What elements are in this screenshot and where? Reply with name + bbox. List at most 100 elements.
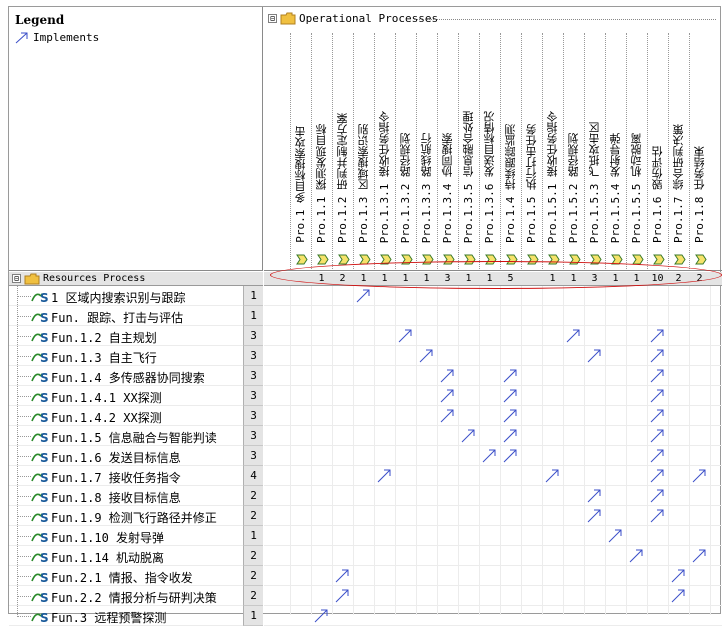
column-count: 1 [423,273,430,284]
implements-arrow-icon[interactable] [584,486,605,506]
implements-arrow-icon[interactable] [500,426,521,446]
column-header[interactable]: Pro.1.7 综合研判决策 [668,33,689,270]
row-label: Fun.1.4.2 XX探测 [51,411,162,425]
column-header[interactable]: Pro.1.5.1 接收任务指令 [542,33,563,270]
tree-row[interactable]: S Fun.1.7 接收任务指令 4 [9,466,263,486]
column-header[interactable]: Pro.1 多目标搜索攻击 [290,33,311,270]
implements-arrow-icon[interactable] [437,406,458,426]
tree-row[interactable]: S Fun.1.4 多传感器协同搜索 3 [9,366,263,386]
tree-row[interactable]: S Fun.1.2 自主规划 3 [9,326,263,346]
matrix-row [264,286,722,306]
implements-arrow-icon[interactable] [500,366,521,386]
column-header[interactable]: Pro.1.5.4 发射导弹 [605,33,626,270]
implements-arrow-icon[interactable] [647,506,668,526]
column-header[interactable]: Pro.1.5.3 飞抵攻击区 [584,33,605,270]
svg-text:S: S [40,551,49,564]
matrix-row [264,406,722,426]
implements-arrow-icon[interactable] [458,426,479,446]
tree-row[interactable]: S Fun.1.3 自主飞行 3 [9,346,263,366]
tree-row[interactable]: S Fun.1.4.1 XX探测 3 [9,386,263,406]
implements-arrow-icon[interactable] [542,466,563,486]
implements-arrow-icon[interactable] [647,466,668,486]
tree-row[interactable]: S1 区域内搜索识别与跟踪 1 [9,286,263,306]
implements-arrow-icon[interactable] [374,466,395,486]
column-header[interactable]: Pro.1.5.5 机动脱离 [626,33,647,270]
implements-arrow-icon[interactable] [647,426,668,446]
implements-arrow-icon[interactable] [647,326,668,346]
column-header[interactable]: Pro.1.6 毁伤评估 [647,33,668,270]
tree-row[interactable]: S Fun.1.14 机动脱离 2 [9,546,263,566]
column-header[interactable]: Pro.1.5.2 路径规划 [563,33,584,270]
row-label: Fun.1.2 自主规划 [51,331,157,345]
implements-arrow-icon[interactable] [500,446,521,466]
implements-arrow-icon[interactable] [584,506,605,526]
implements-arrow-icon[interactable] [647,346,668,366]
tree-row[interactable]: S Fun.1.4.2 XX探测 3 [9,406,263,426]
tree-row[interactable]: S Fun.1.9 检测飞行路径并修正 2 [9,506,263,526]
svg-text:S: S [40,591,49,604]
column-header[interactable]: Pro.1.3.3 路线航行 [416,33,437,270]
tree-row[interactable]: S Fun.1.8 接收目标信息 2 [9,486,263,506]
column-header[interactable]: Pro.1.8 任务结束 [689,33,710,270]
column-header[interactable]: Pro.1.3.2 路径规划 [395,33,416,270]
implements-arrow-icon[interactable] [647,446,668,466]
implements-arrow-icon[interactable] [584,346,605,366]
implements-arrow-icon[interactable] [689,546,710,566]
tree-row[interactable]: S Fun.1.10 发射导弹 1 [9,526,263,546]
tree-row[interactable]: S Fun.3 远程预警探测 1 [9,606,263,626]
collapse-icon[interactable]: ⊟ [268,14,277,23]
implements-arrow-icon[interactable] [647,406,668,426]
tree-row[interactable]: S Fun.2.2 情报分析与研判决策 2 [9,586,263,606]
collapse-icon[interactable]: ⊟ [12,274,21,283]
column-count: 1 [612,273,619,284]
implements-arrow-icon[interactable] [395,326,416,346]
row-count: 1 [243,526,263,546]
tree-row[interactable]: S Fun. 跟踪、打击与评估 1 [9,306,263,326]
function-icon: S [31,351,49,364]
column-root[interactable]: ⊟ Operational Processes [268,12,438,25]
column-header[interactable]: Pro.1.3.5 信息融合处理 [458,33,479,270]
column-header[interactable]: Pro.1.3.1 接收任务指令 [374,33,395,270]
implements-arrow-icon[interactable] [668,586,689,606]
tree-row[interactable]: S Fun.1.5 信息融合与智能判读 3 [9,426,263,446]
column-header[interactable]: Pro.1.3.6 发送目标情况 [479,33,500,270]
implements-arrow-icon[interactable] [647,486,668,506]
implements-arrow-icon[interactable] [332,586,353,606]
implements-arrow-icon[interactable] [500,406,521,426]
implements-arrow-icon[interactable] [563,326,584,346]
tree-row[interactable]: S Fun.2.1 情报、指令收发 2 [9,566,263,586]
implements-arrow-icon[interactable] [437,366,458,386]
column-label: Pro.1.3.3 路线航行 [420,132,433,243]
column-header[interactable]: Pro.1.2 研判并制定方案 [332,33,353,270]
row-label: Fun.1.5 信息融合与智能判读 [51,431,217,445]
implements-arrow-icon[interactable] [626,546,647,566]
implements-arrow-icon[interactable] [437,386,458,406]
implements-arrow-icon[interactable] [416,346,437,366]
legend-panel: Legend Implements [9,7,263,271]
column-header[interactable]: Pro.1.3 区域搜索识别 [353,33,374,270]
implements-arrow-icon[interactable] [647,386,668,406]
implements-arrow-icon[interactable] [353,286,374,306]
row-count: 3 [243,406,263,426]
implements-arrow-icon[interactable] [605,526,626,546]
row-root[interactable]: ⊟ Resources Process [9,272,263,286]
implements-arrow-icon[interactable] [332,566,353,586]
column-header[interactable]: Pro.1.4 持续跟踪监测 [500,33,521,270]
function-icon: S [31,531,49,544]
tree-row[interactable]: S Fun.1.6 发送目标信息 3 [9,446,263,466]
row-label: Fun.2.1 情报、指令收发 [51,571,193,585]
legend-title: Legend [15,13,65,27]
implements-arrow-icon[interactable] [689,466,710,486]
implements-arrow-icon[interactable] [500,386,521,406]
implements-arrow-icon[interactable] [647,366,668,386]
implements-arrow-icon[interactable] [668,566,689,586]
column-header[interactable]: Pro.1.1 探测发现目标 [311,33,332,270]
column-header[interactable]: Pro.1.5 执行打击任务 [521,33,542,270]
implements-arrow-icon[interactable] [479,446,500,466]
row-count: 1 [243,306,263,326]
svg-text:S: S [40,311,49,324]
tree-connector [17,606,18,615]
implements-arrow-icon[interactable] [311,606,332,626]
column-header[interactable]: Pro.1.3.4 协同搜索 [437,33,458,270]
function-icon: S [31,371,49,384]
